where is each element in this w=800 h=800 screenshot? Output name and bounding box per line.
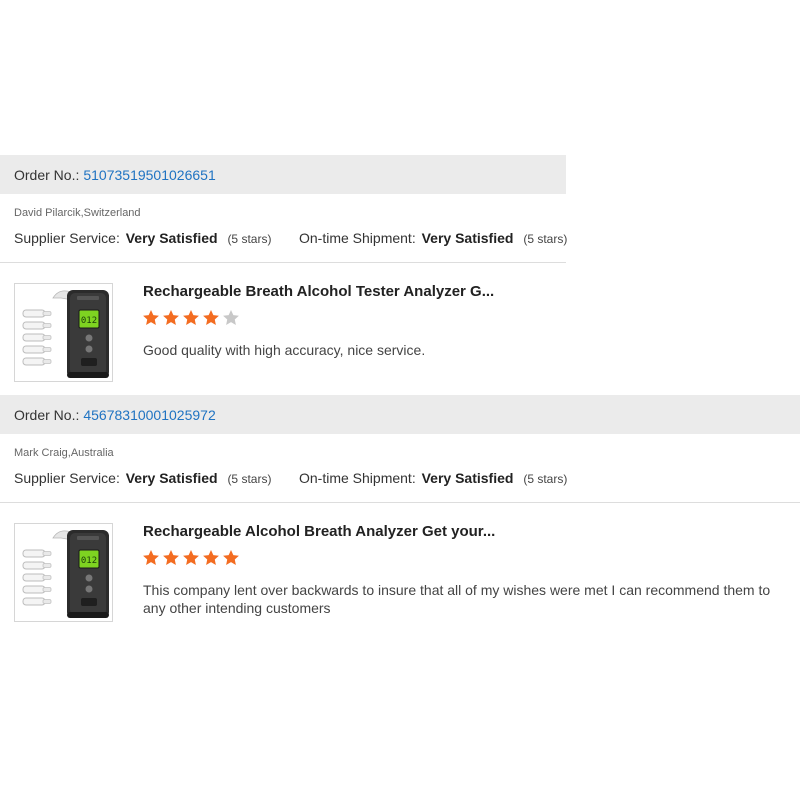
star-rating	[142, 309, 240, 327]
star-rating	[142, 549, 240, 567]
breathalyzer-product-image: 012	[15, 284, 112, 381]
shipment-rating: On-time Shipment: Very Satisfied (5 star…	[299, 470, 567, 486]
order-bar: Order No.: 45678310001025972	[0, 395, 800, 434]
reviewer-name: David Pilarcik,Switzerland	[14, 207, 141, 219]
supplier-service-label: Supplier Service:	[14, 470, 120, 486]
shipment-rating: On-time Shipment: Very Satisfied (5 star…	[299, 230, 567, 246]
star-filled-icon	[143, 310, 159, 325]
shipment-stars: (5 stars)	[523, 472, 568, 486]
product-row: 012 Rechargeable Breath Alcohol Tester A…	[0, 263, 800, 395]
order-bar: Order No.: 51073519501026651	[0, 155, 566, 194]
shipment-value: Very Satisfied	[421, 230, 514, 246]
product-thumbnail[interactable]: 012	[14, 523, 113, 622]
star-filled-icon	[203, 550, 219, 565]
star-empty-icon	[223, 310, 239, 325]
supplier-service-value: Very Satisfied	[125, 230, 218, 246]
order-number-link[interactable]: 45678310001025972	[83, 407, 215, 423]
star-filled-icon	[223, 550, 239, 565]
shipment-stars: (5 stars)	[523, 232, 568, 246]
breathalyzer-product-image: 012	[15, 524, 112, 621]
star-filled-icon	[183, 310, 199, 325]
service-ratings: Supplier Service: Very Satisfied (5 star…	[14, 230, 567, 246]
review-comment: Good quality with high accuracy, nice se…	[143, 342, 426, 358]
star-filled-icon	[203, 310, 219, 325]
shipment-label: On-time Shipment:	[299, 470, 416, 486]
order-label: Order No.:	[14, 406, 80, 423]
order-number-link[interactable]: 51073519501026651	[83, 167, 215, 183]
supplier-service-stars: (5 stars)	[227, 232, 272, 246]
review-list: Order No.: 51073519501026651 David Pilar…	[0, 155, 800, 635]
product-row: 012 Rechargeable Alcohol Breath Analyzer…	[0, 503, 800, 635]
review-item: Order No.: 51073519501026651 David Pilar…	[0, 155, 800, 395]
product-title-link[interactable]: Rechargeable Alcohol Breath Analyzer Get…	[143, 523, 495, 540]
reviewer-name: Mark Craig,Australia	[14, 447, 114, 459]
supplier-service-rating: Supplier Service: Very Satisfied (5 star…	[14, 230, 271, 246]
star-filled-icon	[143, 550, 159, 565]
review-comment: This company lent over backwards to insu…	[143, 582, 771, 616]
supplier-service-label: Supplier Service:	[14, 230, 120, 246]
star-filled-icon	[163, 550, 179, 565]
product-title-link[interactable]: Rechargeable Breath Alcohol Tester Analy…	[143, 283, 494, 300]
review-item: Order No.: 45678310001025972 Mark Craig,…	[0, 395, 800, 635]
order-info: David Pilarcik,Switzerland Supplier Serv…	[0, 194, 567, 263]
svg-text:012: 012	[81, 556, 97, 566]
supplier-service-stars: (5 stars)	[227, 472, 272, 486]
supplier-service-rating: Supplier Service: Very Satisfied (5 star…	[14, 470, 271, 486]
service-ratings: Supplier Service: Very Satisfied (5 star…	[14, 470, 790, 486]
star-filled-icon	[163, 310, 179, 325]
supplier-service-value: Very Satisfied	[125, 470, 218, 486]
order-label: Order No.:	[14, 166, 80, 183]
svg-text:012: 012	[81, 316, 97, 326]
product-thumbnail[interactable]: 012	[14, 283, 113, 382]
star-filled-icon	[183, 550, 199, 565]
shipment-value: Very Satisfied	[421, 470, 514, 486]
shipment-label: On-time Shipment:	[299, 230, 416, 246]
order-info: Mark Craig,Australia Supplier Service: V…	[0, 434, 800, 503]
